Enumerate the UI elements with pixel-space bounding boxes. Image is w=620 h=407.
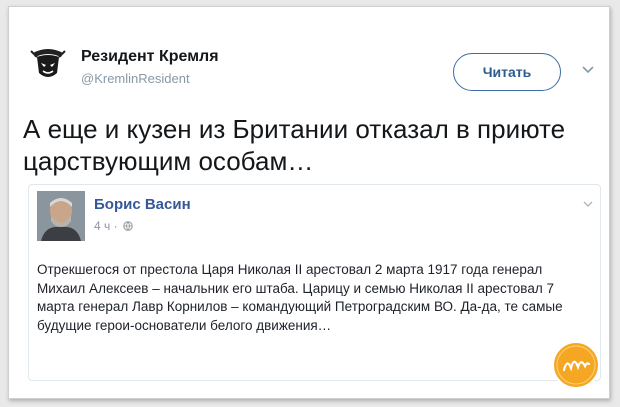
quoted-post-time[interactable]: 4 ч · — [94, 219, 118, 233]
quoted-post-meta: 4 ч · — [94, 219, 133, 233]
chevron-down-icon[interactable] — [582, 200, 594, 208]
quoted-post-text: Отрекшегося от престола Царя Николая II … — [37, 262, 563, 333]
tweet-text: А еще и кузен из Британии отказал в прию… — [23, 114, 566, 176]
author-name[interactable]: Резидент Кремля — [81, 48, 219, 66]
globe-icon — [122, 221, 133, 231]
watermark-badge-icon — [552, 341, 600, 389]
quoted-post[interactable]: Борис Васин 4 ч · Отрекшегося от престол… — [28, 184, 601, 381]
follow-button[interactable]: Читать — [453, 53, 561, 91]
avatar-logo-icon — [24, 38, 72, 86]
author-avatar[interactable] — [23, 37, 73, 87]
quoted-author-photo[interactable] — [37, 191, 85, 241]
tweet-card: Резидент Кремля @KremlinResident Читать … — [8, 6, 610, 399]
author-handle[interactable]: @KremlinResident — [81, 71, 190, 86]
chevron-down-icon[interactable] — [581, 65, 595, 75]
quoted-author-name[interactable]: Борис Васин — [94, 196, 191, 213]
